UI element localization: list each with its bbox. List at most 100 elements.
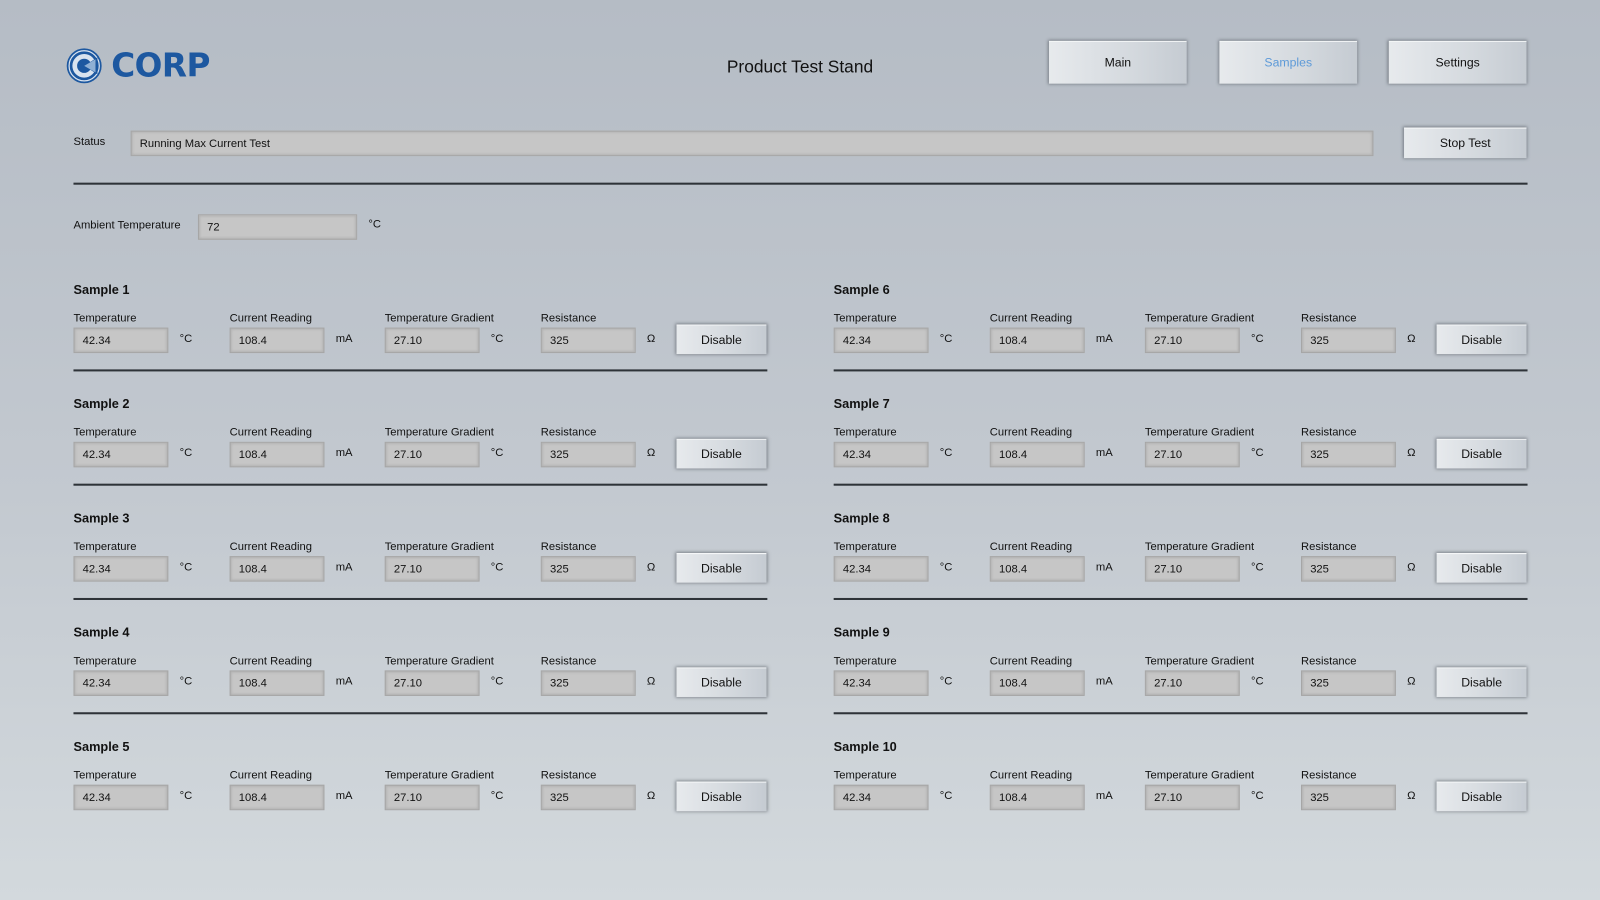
current-reading-field: 108.4	[229, 784, 325, 811]
temperature-gradient-value: 27.10	[1154, 677, 1183, 690]
temperature-label: Temperature	[73, 769, 137, 782]
temperature-gradient-unit: °C	[490, 675, 504, 688]
temperature-gradient-label: Temperature Gradient	[384, 655, 494, 668]
temperature-field: 42.34	[833, 441, 929, 468]
temperature-value: 42.34	[82, 562, 111, 575]
temperature-field: 42.34	[73, 784, 169, 811]
temperature-gradient-value: 27.10	[393, 791, 422, 804]
resistance-value: 325	[549, 791, 569, 804]
current-reading-label: Current Reading	[229, 426, 312, 439]
disable-sample-button[interactable]: Disable	[1436, 438, 1527, 469]
temperature-gradient-value: 27.10	[1154, 562, 1183, 575]
temperature-gradient-unit: °C	[490, 446, 504, 460]
temperature-field: 42.34	[833, 784, 929, 811]
current-reading-unit: mA	[335, 789, 353, 803]
current-reading-value: 108.4	[238, 448, 267, 461]
resistance-unit: Ω	[1407, 561, 1416, 574]
temperature-field: 42.34	[73, 670, 169, 696]
resistance-value: 325	[1310, 448, 1329, 461]
temperature-unit: °C	[939, 675, 953, 688]
sample-divider	[833, 483, 1528, 486]
disable-sample-button[interactable]: Disable	[1436, 667, 1527, 697]
resistance-unit: Ω	[1407, 446, 1416, 460]
temperature-gradient-label: Temperature Gradient	[384, 426, 494, 439]
nav-samples-button[interactable]: Samples	[1219, 40, 1358, 84]
temperature-value: 42.34	[842, 791, 871, 804]
current-reading-unit: mA	[335, 446, 353, 460]
current-reading-label: Current Reading	[229, 769, 312, 782]
sample-divider	[73, 597, 768, 600]
temperature-label: Temperature	[833, 655, 897, 668]
sample-title: Sample 8	[833, 511, 890, 526]
temperature-unit: °C	[939, 789, 953, 803]
temperature-label: Temperature	[73, 540, 137, 554]
current-reading-unit: mA	[1095, 561, 1113, 574]
disable-sample-button[interactable]: Disable	[676, 324, 767, 355]
sample-title: Sample 9	[833, 625, 890, 640]
temperature-gradient-value: 27.10	[1154, 448, 1183, 461]
temperature-gradient-field: 27.10	[384, 670, 480, 696]
resistance-field: 325	[1301, 327, 1396, 354]
current-reading-value: 108.4	[998, 448, 1028, 461]
nav-main-button[interactable]: Main	[1048, 40, 1187, 84]
temperature-unit: °C	[179, 561, 193, 574]
current-reading-label: Current Reading	[989, 655, 1073, 668]
temperature-gradient-label: Temperature Gradient	[384, 769, 494, 782]
nav-settings-button[interactable]: Settings	[1388, 40, 1527, 84]
current-reading-label: Current Reading	[989, 540, 1073, 554]
resistance-label: Resistance	[540, 769, 597, 782]
resistance-unit: Ω	[646, 332, 656, 345]
resistance-field: 325	[1301, 670, 1396, 696]
temperature-gradient-field: 27.10	[384, 556, 480, 582]
resistance-label: Resistance	[540, 312, 597, 325]
temperature-gradient-unit: °C	[1251, 789, 1264, 803]
resistance-field: 325	[1301, 784, 1396, 811]
temperature-unit: °C	[939, 446, 953, 460]
header-divider	[73, 182, 1528, 185]
temperature-gradient-label: Temperature Gradient	[1144, 540, 1255, 554]
disable-sample-button[interactable]: Disable	[676, 553, 767, 583]
current-reading-value: 108.4	[998, 562, 1028, 575]
sample-title: Sample 2	[73, 396, 130, 412]
resistance-unit: Ω	[646, 446, 656, 460]
resistance-unit: Ω	[646, 561, 656, 574]
current-reading-label: Current Reading	[989, 426, 1073, 439]
resistance-value: 325	[1310, 791, 1329, 804]
ambient-temperature-field[interactable]: 72	[197, 214, 358, 240]
sample-divider	[833, 369, 1528, 371]
current-reading-unit: mA	[1095, 332, 1113, 345]
current-reading-value: 108.4	[998, 334, 1028, 347]
temperature-value: 42.34	[82, 677, 111, 690]
temperature-unit: °C	[179, 789, 193, 803]
stop-test-button[interactable]: Stop Test	[1404, 127, 1527, 159]
resistance-field: 325	[540, 327, 636, 354]
current-reading-field: 108.4	[989, 784, 1085, 811]
sample-title: Sample 3	[73, 511, 130, 526]
corp-logo-icon	[66, 47, 102, 83]
resistance-value: 325	[1310, 334, 1329, 347]
current-reading-value: 108.4	[238, 334, 267, 347]
current-reading-field: 108.4	[989, 670, 1085, 696]
current-reading-value: 108.4	[238, 791, 267, 804]
current-reading-unit: mA	[335, 332, 353, 345]
disable-sample-button[interactable]: Disable	[1436, 781, 1527, 812]
temperature-gradient-value: 27.10	[393, 334, 422, 347]
app-window: CORP Product Test Stand Main Samples Set…	[0, 0, 1600, 900]
page-title: Product Test Stand	[726, 57, 874, 77]
disable-sample-button[interactable]: Disable	[676, 781, 767, 812]
temperature-gradient-field: 27.10	[384, 441, 480, 468]
temperature-field: 42.34	[833, 670, 929, 696]
sample-panel-3: Sample 3 Temperature 42.34 °C Current Re…	[73, 511, 768, 625]
disable-sample-button[interactable]: Disable	[676, 667, 767, 697]
current-reading-field: 108.4	[989, 327, 1085, 354]
current-reading-field: 108.4	[229, 441, 325, 468]
disable-sample-button[interactable]: Disable	[1436, 324, 1527, 355]
ambient-temperature-value: 72	[207, 220, 220, 234]
resistance-value: 325	[549, 334, 569, 347]
current-reading-unit: mA	[335, 561, 353, 574]
disable-sample-button[interactable]: Disable	[1436, 553, 1527, 583]
temperature-unit: °C	[179, 332, 193, 345]
disable-sample-button[interactable]: Disable	[676, 438, 767, 469]
temperature-gradient-value: 27.10	[393, 448, 422, 461]
temperature-gradient-unit: °C	[1251, 332, 1264, 345]
